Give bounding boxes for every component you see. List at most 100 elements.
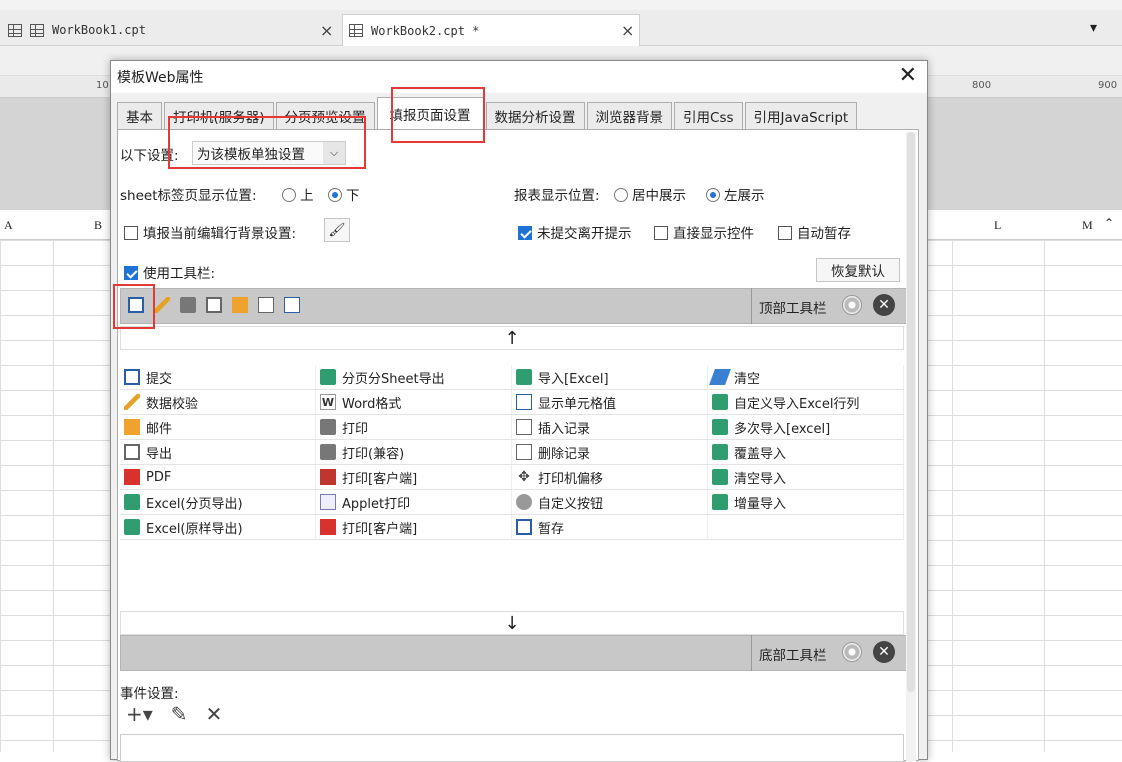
close-circle-icon[interactable]: ✕: [873, 641, 895, 663]
empty-cell: [708, 515, 904, 539]
direct-show-checkbox[interactable]: 直接显示控件: [654, 222, 754, 242]
gear-icon[interactable]: [841, 641, 863, 663]
insert-row-icon: [516, 419, 532, 435]
edit-icon[interactable]: ✎: [171, 702, 188, 726]
btn-label: 打印[客户端]: [342, 521, 418, 537]
btn-print[interactable]: 打印: [316, 415, 512, 439]
btn-applet-print[interactable]: Applet打印: [316, 490, 512, 514]
excel-icon: [712, 469, 728, 485]
column-b[interactable]: B: [94, 218, 102, 233]
excel-icon: [712, 419, 728, 435]
scrollbar[interactable]: [906, 132, 916, 762]
tab-content: 以下设置: 为该模板单独设置 ⌵ sheet标签页显示位置: 上 下 报表显示位…: [113, 116, 919, 762]
btn-custom-import[interactable]: 自定义导入Excel行列: [708, 390, 904, 414]
unsubmitted-checkbox[interactable]: 未提交离开提示: [518, 222, 632, 242]
btn-custom-button[interactable]: 自定义按钮: [512, 490, 708, 514]
btn-label: 显示单元格值: [538, 396, 617, 412]
gear-icon[interactable]: [841, 294, 863, 316]
btn-print-client[interactable]: 打印[客户端]: [316, 465, 512, 489]
tab-data-analysis[interactable]: 数据分析设置: [485, 102, 585, 129]
radio-bottom[interactable]: 下: [324, 184, 360, 204]
btn-label: Applet打印: [342, 496, 411, 512]
radio-left[interactable]: 左展示: [702, 184, 765, 204]
btn-delete-row[interactable]: 删除记录: [512, 440, 708, 464]
file-tab-workbook1[interactable]: WorkBook1.cpt ×: [8, 14, 342, 46]
btn-import-excel[interactable]: 导入[Excel]: [512, 365, 708, 389]
btn-label: 覆盖导入: [734, 446, 787, 462]
flash-print-icon: [320, 469, 336, 485]
tab-menu-icon[interactable]: ▾: [1090, 20, 1097, 36]
fill-bg-checkbox[interactable]: 填报当前编辑行背景设置:: [124, 222, 296, 242]
btn-verify[interactable]: 数据校验: [120, 390, 316, 414]
mail-icon[interactable]: [229, 294, 251, 316]
btn-pdf[interactable]: PDF: [120, 465, 316, 489]
btn-increment-import[interactable]: 增量导入: [708, 490, 904, 514]
restore-default-button[interactable]: 恢复默认: [816, 258, 900, 282]
printer-icon: [320, 419, 336, 435]
delete-icon[interactable]: ✕: [206, 702, 223, 726]
tab-browser-bg[interactable]: 浏览器背景: [586, 102, 673, 129]
unsubmitted-label: 未提交离开提示: [537, 226, 632, 242]
btn-temp-save[interactable]: 暂存: [512, 515, 708, 539]
btn-insert-row[interactable]: 插入记录: [512, 415, 708, 439]
btn-overwrite-import[interactable]: 覆盖导入: [708, 440, 904, 464]
btn-print-compat[interactable]: 打印(兼容): [316, 440, 512, 464]
use-toolbar-checkbox[interactable]: 使用工具栏:: [124, 262, 215, 282]
bottom-toolbar[interactable]: 底部工具栏 ✕: [120, 635, 908, 671]
btn-print-client-pdf[interactable]: 打印[客户端]: [316, 515, 512, 539]
radio-center[interactable]: 居中展示: [610, 184, 686, 204]
close-circle-icon[interactable]: ✕: [873, 294, 895, 316]
list-item: Excel(分页导出) Applet打印 自定义按钮 增量导入: [120, 490, 904, 515]
insert-row-icon[interactable]: [255, 294, 277, 316]
radio-top-label: 上: [300, 188, 314, 204]
btn-show-cell[interactable]: 显示单元格值: [512, 390, 708, 414]
app-top-strip: [0, 0, 1122, 10]
checkbox-checked-icon: [518, 226, 532, 240]
tab-basic[interactable]: 基本: [117, 102, 162, 129]
autosave-label: 自动暂存: [797, 226, 851, 242]
column-l[interactable]: L: [994, 218, 1001, 233]
btn-label: 打印机偏移: [538, 471, 604, 487]
btn-export[interactable]: 导出: [120, 440, 316, 464]
btn-label: 导入[Excel]: [538, 371, 609, 387]
column-m[interactable]: M: [1082, 218, 1093, 233]
btn-label: 分页分Sheet导出: [342, 371, 445, 387]
close-icon[interactable]: ×: [320, 21, 333, 40]
event-list[interactable]: [120, 734, 904, 762]
file-tab-workbook2[interactable]: WorkBook2.cpt * ×: [342, 14, 640, 46]
workbook-icon: [30, 23, 44, 37]
btn-multi-import[interactable]: 多次导入[excel]: [708, 415, 904, 439]
arrow-down-icon[interactable]: ↓: [120, 611, 904, 635]
arrow-up-icon[interactable]: ↑: [120, 326, 904, 350]
radio-top[interactable]: 上: [278, 184, 314, 204]
column-a[interactable]: A: [4, 218, 13, 233]
btn-submit[interactable]: 提交: [120, 365, 316, 389]
btn-word[interactable]: W Word格式: [316, 390, 512, 414]
add-icon[interactable]: +▾: [126, 702, 153, 726]
show-cell-icon[interactable]: [281, 294, 303, 316]
paint-bucket-icon[interactable]: 🖌: [324, 218, 350, 242]
scroll-up-icon[interactable]: ⌃: [1104, 216, 1114, 231]
btn-clear[interactable]: 清空: [708, 365, 904, 389]
autosave-checkbox[interactable]: 自动暂存: [778, 222, 851, 242]
btn-excel-page-export[interactable]: Excel(分页导出): [120, 490, 316, 514]
btn-sheet-export[interactable]: 分页分Sheet导出: [316, 365, 512, 389]
export-icon[interactable]: [203, 294, 225, 316]
btn-mail[interactable]: 邮件: [120, 415, 316, 439]
ruler-label: 900: [1098, 80, 1118, 91]
close-icon[interactable]: ×: [621, 21, 634, 40]
temp-save-icon: [516, 519, 532, 535]
radio-left-label: 左展示: [724, 188, 765, 204]
top-toolbar[interactable]: 顶部工具栏 ✕: [120, 288, 908, 324]
tab-javascript[interactable]: 引用JavaScript: [744, 102, 858, 129]
btn-excel-original-export[interactable]: Excel(原样导出): [120, 515, 316, 539]
workbook-icon: [349, 24, 363, 37]
print-icon[interactable]: [177, 294, 199, 316]
tab-css[interactable]: 引用Css: [674, 102, 743, 129]
btn-printer-offset[interactable]: ✥ 打印机偏移: [512, 465, 708, 489]
btn-clear-import[interactable]: 清空导入: [708, 465, 904, 489]
dialog-title: 模板Web属性: [117, 70, 204, 86]
close-icon[interactable]: ✕: [899, 65, 917, 87]
gear-icon: [516, 494, 532, 510]
top-toolbar-label: 顶部工具栏: [759, 301, 827, 317]
